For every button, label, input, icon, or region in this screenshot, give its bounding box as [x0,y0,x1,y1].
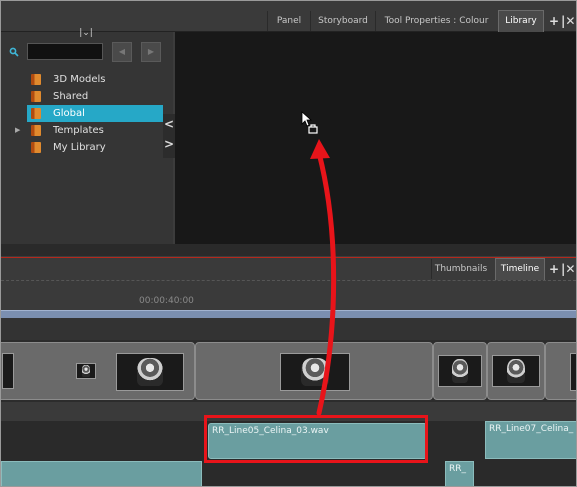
panel-clip[interactable] [1,342,195,400]
track-spacer [1,318,576,340]
collapse-right-icon: > [163,137,175,151]
folder-icon [31,108,41,119]
time-ruler[interactable]: 00:00:40:00 [1,280,576,311]
folder-icon [31,125,41,136]
close-icon[interactable]: |✕ [561,11,575,31]
panel-thumbnail [438,355,482,387]
tree-item-label: Shared [53,91,89,102]
search-icon [9,47,19,57]
tree-item-shared[interactable]: Shared [27,88,163,105]
video-track [1,340,576,402]
panel-thumbnail [570,353,576,391]
plus-icon[interactable]: + [549,11,559,31]
tree-item-label: 3D Models [53,74,106,85]
tab-timeline[interactable]: Timeline [495,258,545,280]
tree-item-label: Templates [53,125,104,136]
tree-item-label: Global [53,108,85,119]
tree-item-my-library[interactable]: My Library [27,139,163,156]
panel-thumbnail [280,353,350,391]
panel-clip[interactable] [433,342,487,400]
plus-icon[interactable]: + [549,259,559,279]
tab-library[interactable]: Library [498,10,544,32]
library-content-area[interactable] [175,32,576,244]
panel-collapse-handle[interactable]: < > [163,114,175,158]
library-tree: 3D Models Shared Global ▶ Templates My L… [15,71,163,156]
panel-thumbnail [492,355,540,387]
panel-thumbnail [76,363,96,379]
close-icon[interactable]: |✕ [561,259,575,279]
folder-icon [31,74,41,85]
panel-clip[interactable] [545,342,576,400]
collapse-left-icon: < [163,117,175,131]
folder-icon [31,142,41,153]
audio-clip-label: RR_ [449,464,467,474]
panel-clip[interactable] [195,342,433,400]
folder-icon [31,91,41,102]
panel-thumbnail [2,353,14,389]
highlight-box [204,415,428,463]
drag-cursor-icon [301,111,318,134]
chevron-down-icon[interactable]: |⌄| [73,27,99,39]
expand-arrow-icon[interactable]: ▶ [15,122,20,139]
timecode-label: 00:00:40:00 [139,296,194,306]
audio-clip[interactable]: RR_Line07_Celina_ [485,421,576,459]
audio-clip-label: RR_Line07_Celina_ [489,424,574,434]
tree-item-global[interactable]: Global [27,105,163,122]
tree-item-3d-models[interactable]: 3D Models [27,71,163,88]
tab-panel[interactable]: Panel [267,11,310,31]
audio-clip[interactable] [1,461,202,486]
timeline-tab-bar: Thumbnails Timeline + |✕ [1,258,576,280]
audio-clip[interactable]: RR_ [445,461,474,486]
tree-item-templates[interactable]: ▶ Templates [15,122,163,139]
app-window: Panel Storyboard Tool Properties : Colou… [0,0,577,487]
panel-thumbnail [116,353,184,391]
search-input[interactable] [27,43,103,60]
audio-track: RR_ [1,461,576,486]
panel-clip[interactable] [487,342,545,400]
tree-item-label: My Library [53,142,106,153]
forward-button[interactable]: ▶ [141,42,161,62]
back-button[interactable]: ◀ [112,42,132,62]
tab-tool-properties[interactable]: Tool Properties : Colour [375,11,497,31]
panel-divider[interactable] [1,244,576,256]
tab-thumbnails[interactable]: Thumbnails [431,259,490,279]
tab-storyboard[interactable]: Storyboard [310,11,375,31]
